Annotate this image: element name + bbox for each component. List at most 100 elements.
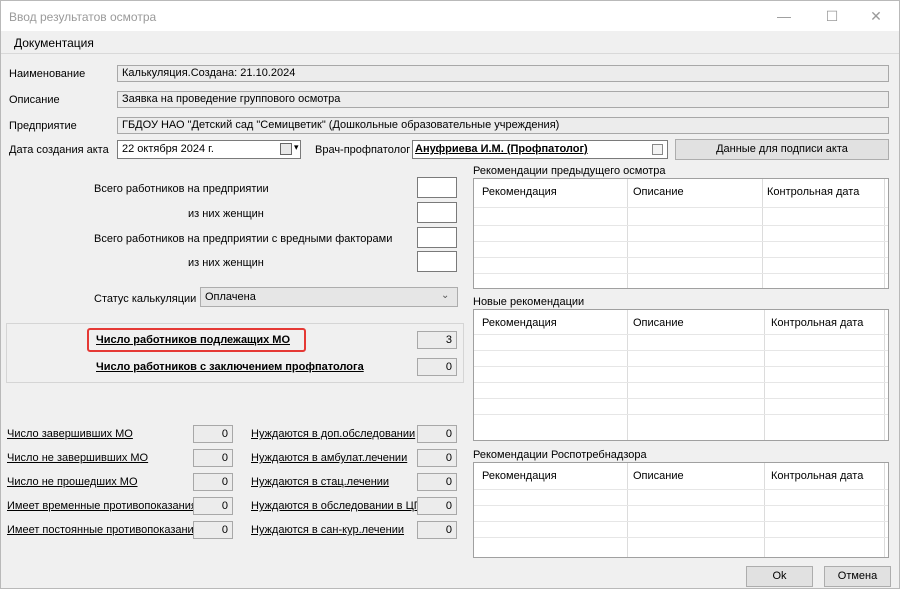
column-divider (627, 310, 628, 440)
dialog-window: Ввод результатов осмотра — ☐ ✕ Документа… (0, 0, 900, 589)
window-title: Ввод результатов осмотра (9, 10, 157, 24)
act-date-label: Дата создания акта (9, 144, 109, 156)
column-divider (627, 179, 628, 288)
menu-bar: Документация (1, 31, 899, 53)
rospotreb-recs-grid[interactable]: Рекомендация Описание Контрольная дата (473, 462, 889, 558)
column-header[interactable]: Рекомендация (482, 186, 557, 198)
row-divider (474, 207, 888, 208)
column-divider (764, 463, 765, 557)
name-field[interactable]: Калькуляция.Создана: 21.10.2024 (117, 65, 889, 82)
doctor-value[interactable]: Ануфриева И.М. (Профпатолог) (415, 143, 588, 155)
column-divider (764, 310, 765, 440)
row-divider (474, 350, 888, 351)
column-header[interactable]: Рекомендация (482, 317, 557, 329)
row-divider (474, 537, 888, 538)
column-header[interactable]: Описание (633, 186, 684, 198)
row-divider (474, 489, 888, 490)
row-divider (474, 273, 888, 274)
column-header[interactable]: Контрольная дата (767, 186, 859, 198)
row-divider (474, 398, 888, 399)
doctor-select-icon[interactable] (652, 144, 663, 155)
chevron-down-icon[interactable]: ▾ (294, 142, 299, 153)
new-recs-title: Новые рекомендации (473, 296, 585, 308)
column-header[interactable]: Рекомендация (482, 470, 557, 482)
stat-perm-contra-link[interactable]: Имеет постоянные противопоказания (7, 524, 200, 536)
row-divider (474, 414, 888, 415)
stat-not-passed-link[interactable]: Число не прошедших МО (7, 476, 138, 488)
total-workers-input[interactable] (417, 177, 457, 198)
column-divider (762, 179, 763, 288)
maximize-button[interactable]: ☐ (812, 5, 852, 27)
enterprise-field[interactable]: ГБДОУ НАО "Детский сад "Семицветик" (Дош… (117, 117, 889, 134)
row-divider (474, 521, 888, 522)
stat-outpatient-link[interactable]: Нуждаются в амбулат.лечении (251, 452, 407, 464)
row-divider (474, 382, 888, 383)
row-divider (474, 241, 888, 242)
previous-recs-grid[interactable]: Рекомендация Описание Контрольная дата (473, 178, 889, 289)
row-divider (474, 366, 888, 367)
row-divider (474, 505, 888, 506)
name-label: Наименование (9, 68, 86, 80)
column-divider (884, 310, 885, 440)
stat-extra-exam-link[interactable]: Нуждаются в доп.обследовании (251, 428, 415, 440)
column-header[interactable]: Описание (633, 470, 684, 482)
conclusion-count-value: 0 (417, 358, 457, 376)
stat-completed-value: 0 (193, 425, 233, 443)
women-input[interactable] (417, 202, 457, 223)
row-divider (474, 257, 888, 258)
act-date-value: 22 октября 2024 г. (122, 143, 214, 155)
column-divider (627, 463, 628, 557)
new-recs-grid[interactable]: Рекомендация Описание Контрольная дата (473, 309, 889, 441)
column-header[interactable]: Контрольная дата (771, 470, 863, 482)
doctor-field[interactable]: Ануфриева И.М. (Профпатолог) (412, 140, 668, 159)
close-button[interactable]: ✕ (856, 5, 896, 27)
subject-count-value: 3 (417, 331, 457, 349)
cancel-button[interactable]: Отмена (824, 566, 891, 587)
column-divider (884, 179, 885, 288)
stat-sanatorium-link[interactable]: Нуждаются в сан-кур.лечении (251, 524, 404, 536)
act-date-picker[interactable]: 22 октября 2024 г. ▾ (117, 140, 301, 159)
status-label: Статус калькуляции (94, 293, 197, 305)
total-workers-label: Всего работников на предприятии (94, 183, 269, 195)
sign-data-button[interactable]: Данные для подписи акта (675, 139, 889, 160)
harmful-workers-label: Всего работников на предприятии с вредны… (94, 233, 393, 245)
stat-extra-exam-value: 0 (417, 425, 457, 443)
stat-not-completed-link[interactable]: Число не завершивших МО (7, 452, 148, 464)
ok-button[interactable]: Ok (746, 566, 813, 587)
stat-inpatient-link[interactable]: Нуждаются в стац.лечении (251, 476, 389, 488)
description-field[interactable]: Заявка на проведение группового осмотра (117, 91, 889, 108)
stat-completed-link[interactable]: Число завершивших МО (7, 428, 133, 440)
stat-not-passed-value: 0 (193, 473, 233, 491)
description-label: Описание (9, 94, 60, 106)
column-header[interactable]: Описание (633, 317, 684, 329)
stat-temp-contra-link[interactable]: Имеет временные противопоказания (7, 500, 197, 512)
row-divider (474, 225, 888, 226)
harmful-workers-input[interactable] (417, 227, 457, 248)
women-label: из них женщин (188, 208, 264, 220)
status-value: Оплачена (205, 291, 256, 303)
harmful-women-input[interactable] (417, 251, 457, 272)
calendar-icon[interactable] (280, 143, 292, 155)
status-select[interactable]: Оплачена ⌄ (200, 287, 458, 307)
rospotreb-recs-title: Рекомендации Роспотребнадзора (473, 449, 647, 461)
stat-temp-contra-value: 0 (193, 497, 233, 515)
conclusion-count-link[interactable]: Число работников с заключением профпатол… (96, 361, 364, 373)
previous-recs-title: Рекомендации предыдущего осмотра (473, 165, 666, 177)
subject-count-link[interactable]: Число работников подлежащих МО (96, 334, 290, 346)
row-divider (474, 334, 888, 335)
menu-divider (1, 53, 899, 54)
menu-documentation[interactable]: Документация (14, 36, 94, 50)
minimize-button[interactable]: — (764, 5, 804, 27)
title-bar: Ввод результатов осмотра — ☐ ✕ (1, 1, 899, 31)
column-header[interactable]: Контрольная дата (771, 317, 863, 329)
stat-cp-exam-value: 0 (417, 497, 457, 515)
stat-perm-contra-value: 0 (193, 521, 233, 539)
stat-inpatient-value: 0 (417, 473, 457, 491)
harmful-women-label: из них женщин (188, 257, 264, 269)
stat-outpatient-value: 0 (417, 449, 457, 467)
doctor-label: Врач-профпатолог (315, 144, 411, 156)
stat-cp-exam-link[interactable]: Нуждаются в обследовании в ЦП (251, 500, 422, 512)
stat-sanatorium-value: 0 (417, 521, 457, 539)
stat-not-completed-value: 0 (193, 449, 233, 467)
column-divider (884, 463, 885, 557)
